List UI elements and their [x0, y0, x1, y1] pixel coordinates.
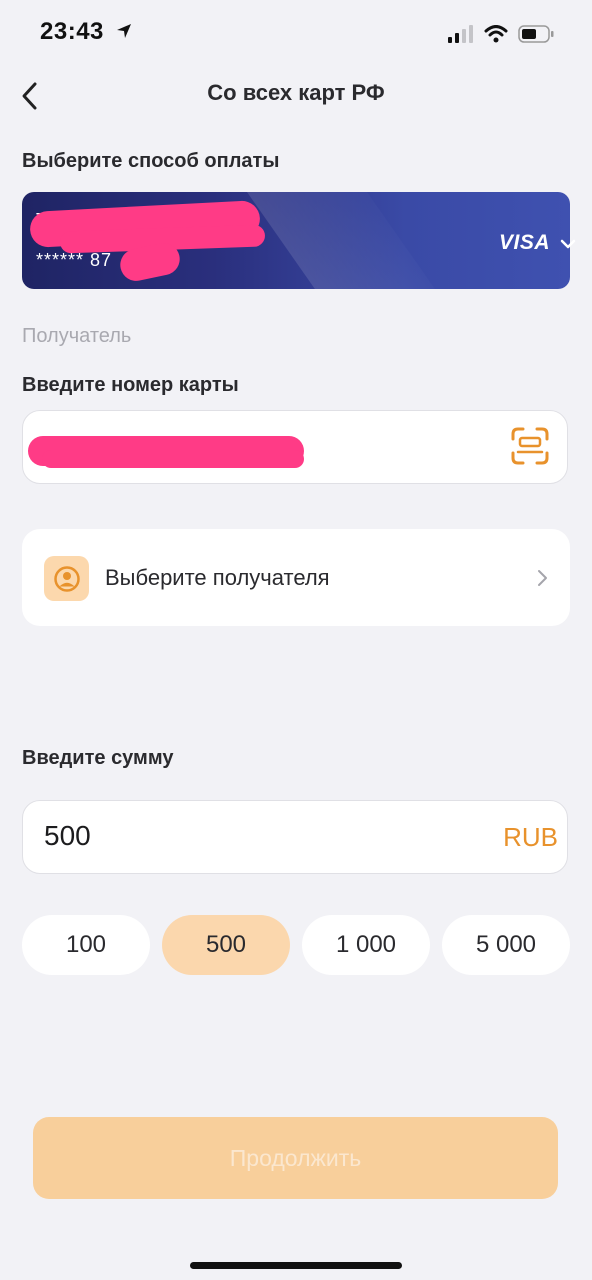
- chevron-right-icon: [538, 570, 547, 586]
- card-number-masked: ****** 87: [36, 250, 113, 270]
- recipient-section-label: Получатель: [22, 325, 132, 347]
- continue-button[interactable]: Продолжить: [33, 1117, 558, 1199]
- chevron-down-icon[interactable]: [558, 234, 578, 254]
- card-number-label: Введите номер карты: [22, 374, 239, 396]
- wifi-icon: [484, 25, 508, 43]
- card-shine: [232, 192, 452, 289]
- battery-icon: [518, 25, 554, 43]
- visa-logo: VISA: [498, 231, 550, 254]
- amount-label: Введите сумму: [22, 747, 174, 769]
- status-time: 23:43: [40, 18, 133, 46]
- status-icons: [448, 22, 554, 46]
- location-arrow-icon: [117, 24, 132, 38]
- amount-preset-5000[interactable]: 5 000: [442, 915, 570, 975]
- amount-preset-1000[interactable]: 1 000: [302, 915, 430, 975]
- redaction-mark: [42, 450, 304, 468]
- home-indicator: [190, 1262, 402, 1269]
- page-title: Со всех карт РФ: [207, 80, 385, 105]
- currency-label: RUB: [503, 822, 558, 852]
- user-circle-icon: [53, 565, 80, 592]
- signal-icon: [448, 25, 473, 43]
- recipient-icon-badge: [44, 556, 89, 601]
- scan-card-icon[interactable]: [510, 426, 550, 466]
- choose-recipient-label: Выберите получателя: [105, 565, 330, 590]
- payment-method-label: Выберите способ оплаты: [22, 150, 280, 172]
- amount-preset-500[interactable]: 500: [162, 915, 290, 975]
- amount-input[interactable]: [22, 800, 568, 874]
- amount-preset-100[interactable]: 100: [22, 915, 150, 975]
- amount-value: 500: [44, 820, 91, 851]
